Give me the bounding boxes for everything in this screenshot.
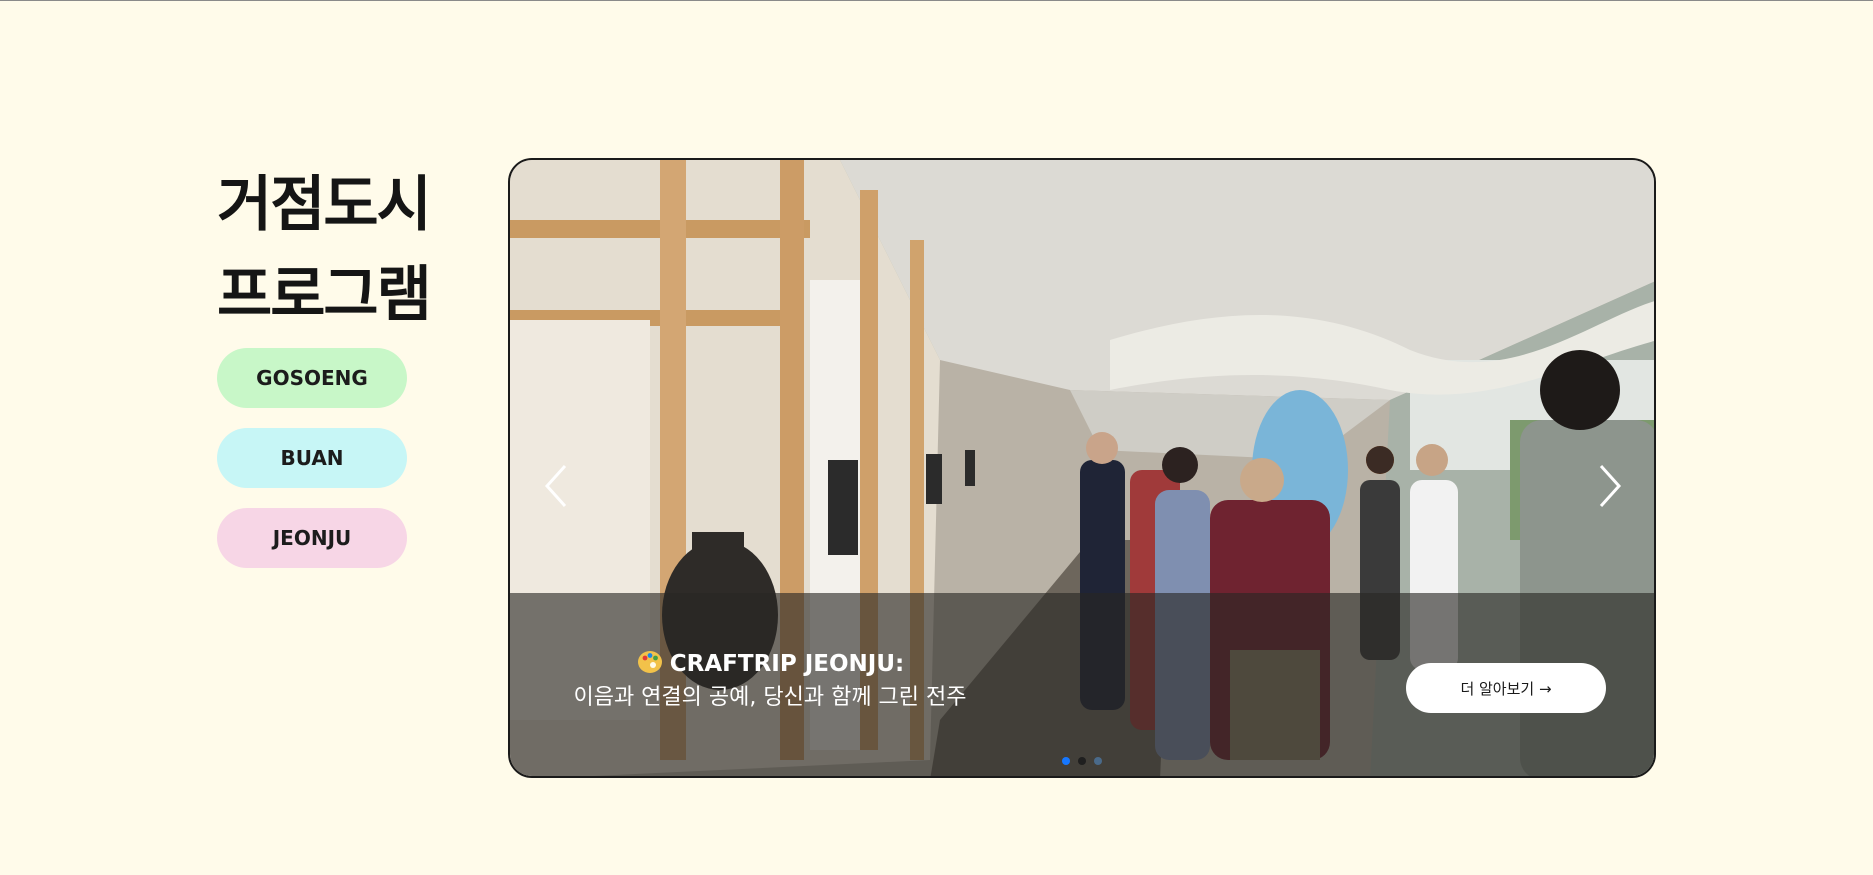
slide-title-row: CRAFTRIP JEONJU: [560, 647, 980, 681]
slide-subtitle: 이음과 연결의 공예, 당신과 함께 그린 전주 [573, 685, 967, 710]
page-title: 거점도시 프로그램 [217, 160, 447, 340]
next-slide-button[interactable] [1590, 456, 1630, 516]
program-sidebar: 거점도시 프로그램 GOSOENG BUAN JEONJU [217, 160, 447, 568]
page-title-line-2: 프로그램 [217, 260, 432, 330]
city-button-gosoeng[interactable]: GOSOENG [217, 348, 407, 408]
slide-title: CRAFTRIP JEONJU: [669, 651, 905, 677]
page-title-line-1: 거점도시 [217, 170, 432, 240]
chevron-right-icon [1599, 464, 1622, 508]
carousel-dot-3[interactable] [1094, 757, 1102, 765]
carousel-dot-2[interactable] [1078, 757, 1086, 765]
prev-slide-button[interactable] [536, 456, 576, 516]
palette-icon [637, 651, 662, 673]
program-carousel: CRAFTRIP JEONJU: 이음과 연결의 공예, 당신과 함께 그린 전… [508, 158, 1656, 778]
top-divider [0, 0, 1873, 1]
carousel-dot-1[interactable] [1062, 757, 1070, 765]
city-button-buan[interactable]: BUAN [217, 428, 407, 488]
chevron-left-icon [544, 464, 567, 508]
carousel-dots [1062, 757, 1102, 765]
city-button-jeonju[interactable]: JEONJU [217, 508, 407, 568]
learn-more-button[interactable]: 더 알아보기 → [1406, 663, 1606, 713]
slide-caption: CRAFTRIP JEONJU: 이음과 연결의 공예, 당신과 함께 그린 전… [560, 647, 980, 715]
